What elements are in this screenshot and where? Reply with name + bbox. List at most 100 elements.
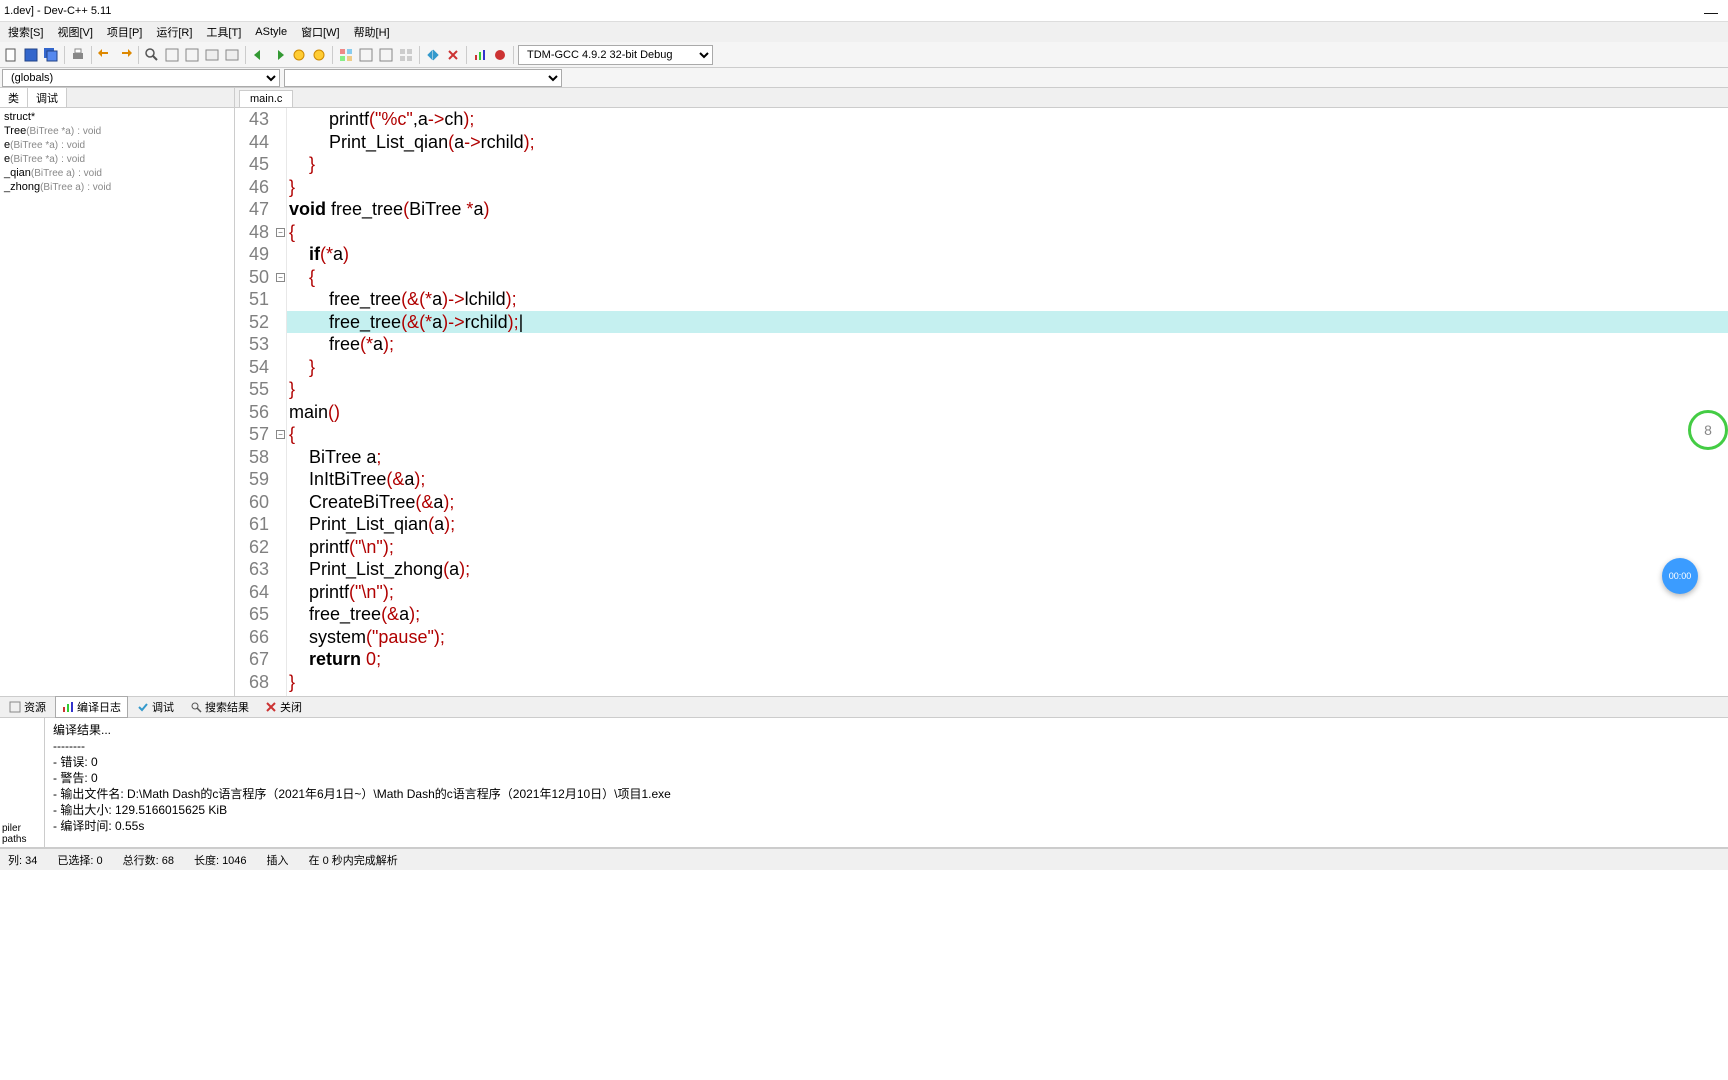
code-line-51[interactable]: free_tree(&(*a)->lchild); <box>287 288 1728 311</box>
bookmark-icon[interactable] <box>290 46 308 64</box>
bookmark2-icon[interactable] <box>310 46 328 64</box>
separator <box>245 46 246 64</box>
code-line-56[interactable]: main() <box>287 401 1728 424</box>
menu-运行[R][interactable]: 运行[R] <box>150 22 198 42</box>
close-icon <box>265 701 277 713</box>
code-line-50[interactable]: { <box>287 266 1728 289</box>
fold-toggle[interactable]: − <box>276 228 285 237</box>
code-lines[interactable]: printf("%c",a->ch); Print_List_qian(a->r… <box>287 108 1728 696</box>
code-line-53[interactable]: free(*a); <box>287 333 1728 356</box>
search-icon <box>190 701 202 713</box>
compiler-select[interactable]: TDM-GCC 4.9.2 32-bit Debug <box>518 45 713 65</box>
main-area: 类调试 struct* Tree(BiTree *a) : voide(BiTr… <box>0 88 1728 696</box>
undo-icon[interactable] <box>96 46 114 64</box>
menu-项目[P][interactable]: 项目[P] <box>101 22 148 42</box>
code-editor[interactable]: 4344454647484950515253545556575859606162… <box>235 108 1728 696</box>
output-left-panel: piler paths <box>0 718 45 847</box>
separator <box>466 46 467 64</box>
menu-视图[V][interactable]: 视图[V] <box>51 22 98 42</box>
code-line-44[interactable]: Print_List_qian(a->rchild); <box>287 131 1728 154</box>
code-line-63[interactable]: Print_List_zhong(a); <box>287 558 1728 581</box>
grid4-icon[interactable] <box>397 46 415 64</box>
grid3-icon[interactable] <box>377 46 395 64</box>
find-icon[interactable] <box>143 46 161 64</box>
code-line-66[interactable]: system("pause"); <box>287 626 1728 649</box>
goto-icon[interactable] <box>203 46 221 64</box>
btab-调试[interactable]: 调试 <box>130 696 181 718</box>
tree-item[interactable]: _zhong(BiTree a) : void <box>2 180 232 194</box>
btab-搜索结果[interactable]: 搜索结果 <box>183 696 256 718</box>
redo-icon[interactable] <box>116 46 134 64</box>
code-line-64[interactable]: printf("\n"); <box>287 581 1728 604</box>
code-line-57[interactable]: { <box>287 423 1728 446</box>
symbols-combo[interactable] <box>284 69 562 87</box>
debug-icon[interactable] <box>491 46 509 64</box>
code-line-65[interactable]: free_tree(&a); <box>287 603 1728 626</box>
code-line-59[interactable]: InItBiTree(&a); <box>287 468 1728 491</box>
btab-label: 资源 <box>24 699 46 715</box>
new-icon[interactable] <box>2 46 20 64</box>
class-browser[interactable]: struct* Tree(BiTree *a) : voide(BiTree *… <box>0 108 234 696</box>
save-icon[interactable] <box>22 46 40 64</box>
code-line-67[interactable]: return 0; <box>287 648 1728 671</box>
back-icon[interactable] <box>250 46 268 64</box>
code-line-58[interactable]: BiTree a; <box>287 446 1728 469</box>
separator <box>138 46 139 64</box>
btab-编译日志[interactable]: 编译日志 <box>55 696 128 718</box>
separator <box>513 46 514 64</box>
stop-icon[interactable] <box>444 46 462 64</box>
menu-bar: 搜索[S]视图[V]项目[P]运行[R]工具[T]AStyle窗口[W]帮助[H… <box>0 22 1728 42</box>
btab-label: 编译日志 <box>77 699 121 715</box>
code-line-45[interactable]: } <box>287 153 1728 176</box>
fold-toggle[interactable]: − <box>276 273 285 282</box>
grid1-icon[interactable] <box>337 46 355 64</box>
separator <box>419 46 420 64</box>
code-line-61[interactable]: Print_List_qian(a); <box>287 513 1728 536</box>
fold-column[interactable]: − − − <box>275 108 287 696</box>
separator <box>332 46 333 64</box>
tree-item[interactable]: _qian(BiTree a) : void <box>2 166 232 180</box>
code-line-49[interactable]: if(*a) <box>287 243 1728 266</box>
globals-combo[interactable]: (globals) <box>2 69 280 87</box>
replace-icon[interactable] <box>163 46 181 64</box>
file-tab-main[interactable]: main.c <box>239 90 293 107</box>
btab-资源[interactable]: 资源 <box>2 696 53 718</box>
compile-log[interactable]: 编译结果...--------- 错误: 0- 警告: 0- 输出文件名: D:… <box>45 718 1728 847</box>
tree-item[interactable]: struct* <box>2 110 232 124</box>
findfiles-icon[interactable] <box>183 46 201 64</box>
code-line-52[interactable]: free_tree(&(*a)->rchild);| <box>287 311 1728 334</box>
menu-搜索[S][interactable]: 搜索[S] <box>2 22 49 42</box>
menu-窗口[W][interactable]: 窗口[W] <box>295 22 346 42</box>
forward-icon[interactable] <box>270 46 288 64</box>
grid2-icon[interactable] <box>357 46 375 64</box>
overlay-timer[interactable]: 00:00 <box>1662 558 1698 594</box>
code-line-62[interactable]: printf("\n"); <box>287 536 1728 559</box>
sidebar-tab-调试[interactable]: 调试 <box>28 88 67 107</box>
goto2-icon[interactable] <box>223 46 241 64</box>
btab-关闭[interactable]: 关闭 <box>258 696 309 718</box>
tree-item[interactable]: e(BiTree *a) : void <box>2 138 232 152</box>
fold-toggle[interactable]: − <box>276 430 285 439</box>
code-line-47[interactable]: void free_tree(BiTree *a) <box>287 198 1728 221</box>
code-line-60[interactable]: CreateBiTree(&a); <box>287 491 1728 514</box>
tree-item[interactable]: Tree(BiTree *a) : void <box>2 124 232 138</box>
output-line: - 输出大小: 129.5166015625 KiB <box>53 802 1720 818</box>
combo-row: (globals) <box>0 68 1728 88</box>
code-line-48[interactable]: { <box>287 221 1728 244</box>
saveall-icon[interactable] <box>42 46 60 64</box>
tree-item[interactable]: e(BiTree *a) : void <box>2 152 232 166</box>
sidebar-tab-类[interactable]: 类 <box>0 88 28 107</box>
menu-工具[T][interactable]: 工具[T] <box>200 22 247 42</box>
code-line-68[interactable]: } <box>287 671 1728 694</box>
sidebar: 类调试 struct* Tree(BiTree *a) : voide(BiTr… <box>0 88 235 696</box>
print-icon[interactable] <box>69 46 87 64</box>
profile-icon[interactable] <box>471 46 489 64</box>
code-line-46[interactable]: } <box>287 176 1728 199</box>
code-line-43[interactable]: printf("%c",a->ch); <box>287 108 1728 131</box>
code-line-54[interactable]: } <box>287 356 1728 379</box>
compile-icon[interactable] <box>424 46 442 64</box>
menu-AStyle[interactable]: AStyle <box>249 24 293 40</box>
minimize-button[interactable]: — <box>1704 4 1718 20</box>
menu-帮助[H][interactable]: 帮助[H] <box>348 22 396 42</box>
code-line-55[interactable]: } <box>287 378 1728 401</box>
